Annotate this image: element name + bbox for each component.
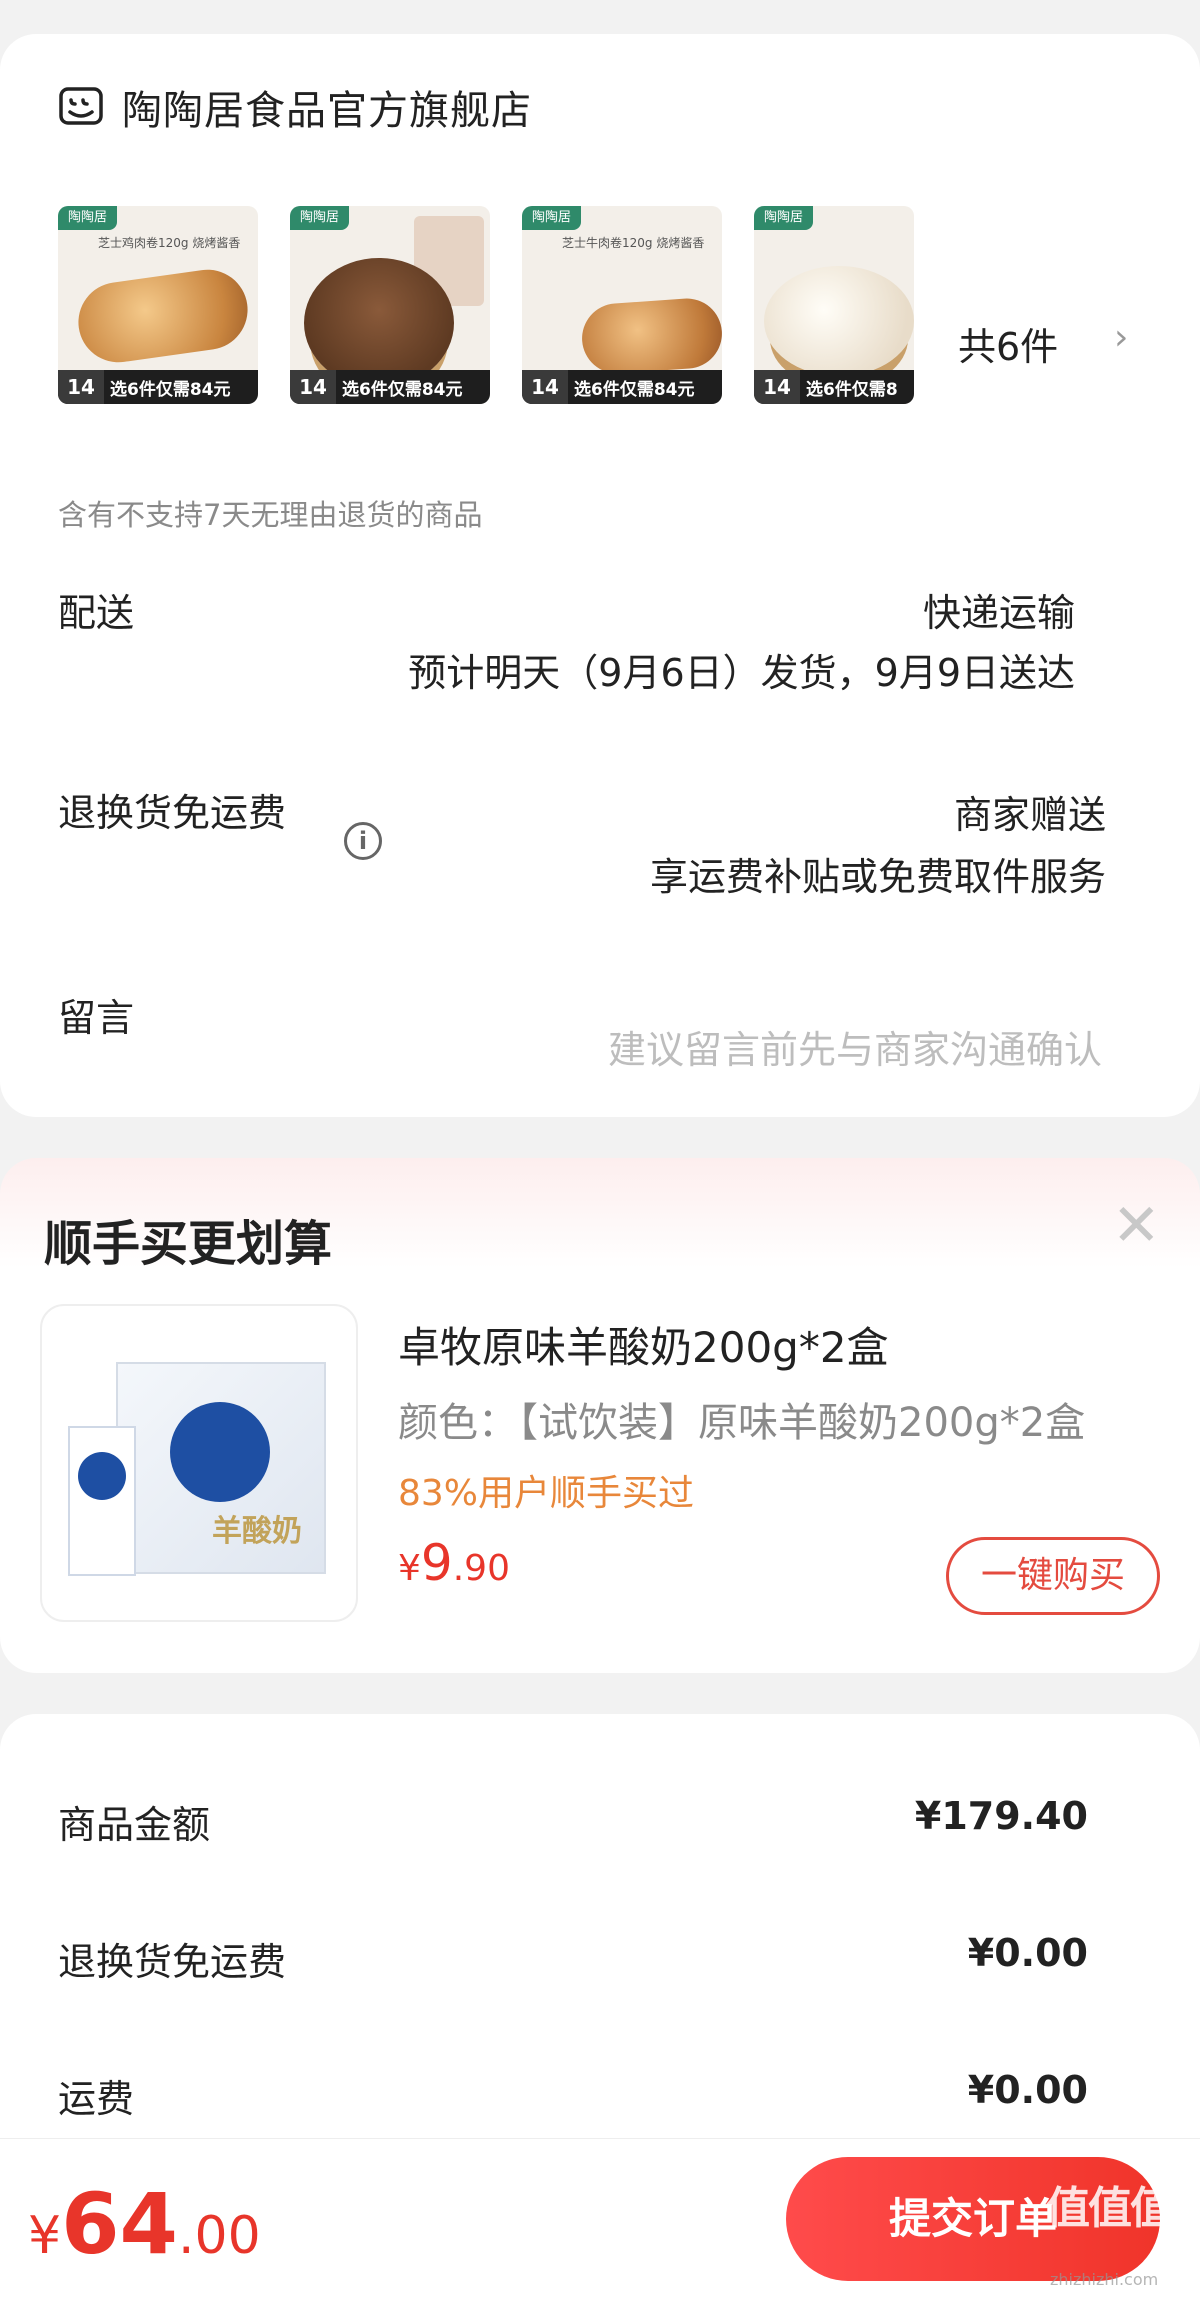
watermark: 值值值	[1046, 2183, 1174, 2234]
price-decimal: .00	[178, 2206, 261, 2266]
promo-number: 14	[58, 370, 104, 404]
promo-tag: 14 选6件仅需84元	[522, 370, 722, 404]
total-price: ¥64.00	[28, 2175, 261, 2273]
store-header[interactable]: 陶陶居食品官方旗舰店	[58, 78, 532, 136]
chevron-right-icon[interactable]: ›	[1114, 317, 1128, 358]
checkout-bar: ¥64.00 提交订单	[0, 2138, 1200, 2303]
brand-logo: 陶陶居	[290, 206, 350, 230]
product-thumb[interactable]: 陶陶居 14 选6件仅需84元	[290, 206, 490, 404]
promo-text: 选6件仅需84元	[574, 379, 695, 400]
promo-text: 选6件仅需8	[806, 379, 898, 400]
return-shipping-desc: 享运费补贴或免费取件服务	[649, 855, 1106, 899]
milk-carton	[68, 1426, 136, 1576]
thumb-title: 芝士鸡肉卷120g 烧烤酱香	[98, 236, 241, 250]
product-image	[73, 264, 253, 368]
return-shipping-fee-label: 退换货免运费	[58, 1940, 287, 1984]
promo-number: 14	[522, 370, 568, 404]
goods-amount-value: ¥179.40	[914, 1794, 1088, 1838]
brand-logo: 陶陶居	[754, 206, 814, 230]
upsell-title: 顺手买更划算	[44, 1216, 333, 1272]
product-thumb[interactable]: 陶陶居 芝士牛肉卷120g 烧烤酱香 14 选6件仅需84元	[522, 206, 722, 404]
return-policy-notice: 含有不支持7天无理由退货的商品	[58, 498, 483, 532]
brand-logo: 陶陶居	[58, 206, 118, 230]
shipping-fee-label: 运费	[58, 2077, 135, 2121]
brand-logo: 陶陶居	[522, 206, 582, 230]
goat-logo	[170, 1402, 270, 1502]
promo-tag: 14 选6件仅需84元	[290, 370, 490, 404]
upsell-card: 顺手买更划算 ✕ 羊酸奶 卓牧原味羊酸奶200g*2盒 颜色：【试饮装】原味羊酸…	[0, 1158, 1200, 1673]
promo-tag: 14 选6件仅需84元	[58, 370, 258, 404]
message-input[interactable]: 建议留言前先与商家沟通确认	[608, 1019, 1102, 1074]
goat-logo-small	[78, 1452, 126, 1500]
goods-amount-label: 商品金额	[58, 1803, 211, 1847]
delivery-label: 配送	[58, 591, 135, 635]
product-image	[764, 266, 914, 376]
close-icon[interactable]: ✕	[1112, 1196, 1161, 1254]
one-click-buy-button[interactable]: 一键购买	[946, 1537, 1160, 1615]
upsell-price: ¥9.90	[398, 1534, 510, 1592]
watermark-url: zhizhizhi.com	[1050, 2270, 1159, 2289]
promo-number: 14	[754, 370, 800, 404]
upsell-product-name[interactable]: 卓牧原味羊酸奶200g*2盒	[398, 1314, 889, 1375]
product-image	[304, 258, 454, 388]
shipping-fee-value: ¥0.00	[967, 2068, 1088, 2112]
price-integer: 9	[420, 1534, 453, 1592]
message-label: 留言	[58, 996, 135, 1040]
product-thumb[interactable]: 陶陶居 芝士鸡肉卷120g 烧烤酱香 14 选6件仅需84元	[58, 206, 258, 404]
thumb-title: 芝士牛肉卷120g 烧烤酱香	[562, 236, 705, 250]
store-card: 陶陶居食品官方旗舰店 陶陶居 芝士鸡肉卷120g 烧烤酱香 14 选6件仅需84…	[0, 34, 1200, 1117]
pack-label: 羊酸奶	[212, 1514, 302, 1549]
currency-symbol: ¥	[28, 2206, 62, 2266]
upsell-stat: 83%用户顺手买过	[398, 1473, 695, 1514]
item-count[interactable]: 共6件	[958, 316, 1058, 371]
store-icon	[59, 87, 103, 125]
upsell-product-spec: 颜色：【试饮装】原味羊酸奶200g*2盒	[398, 1400, 1086, 1446]
product-thumb[interactable]: 陶陶居 14 选6件仅需8	[754, 206, 914, 404]
info-icon[interactable]: i	[344, 822, 382, 860]
price-decimal: .90	[452, 1548, 510, 1589]
delivery-estimate: 预计明天（9月6日）发货，9月9日送达	[408, 651, 1075, 695]
return-shipping-value: 商家赠送	[953, 793, 1106, 837]
price-integer: 64	[61, 2175, 178, 2273]
upsell-product-image[interactable]: 羊酸奶	[40, 1304, 358, 1622]
return-shipping-fee-value: ¥0.00	[967, 1931, 1088, 1975]
delivery-method: 快递运输	[922, 591, 1075, 635]
promo-number: 14	[290, 370, 336, 404]
product-image	[579, 296, 722, 376]
promo-text: 选6件仅需84元	[110, 379, 231, 400]
promo-tag: 14 选6件仅需8	[754, 370, 914, 404]
product-thumbnails[interactable]: 陶陶居 芝士鸡肉卷120g 烧烤酱香 14 选6件仅需84元 陶陶居 14 选6…	[58, 206, 946, 404]
promo-text: 选6件仅需84元	[342, 379, 463, 400]
currency-symbol: ¥	[398, 1548, 421, 1589]
store-name: 陶陶居食品官方旗舰店	[122, 88, 532, 134]
return-shipping-label: 退换货免运费	[58, 791, 287, 835]
